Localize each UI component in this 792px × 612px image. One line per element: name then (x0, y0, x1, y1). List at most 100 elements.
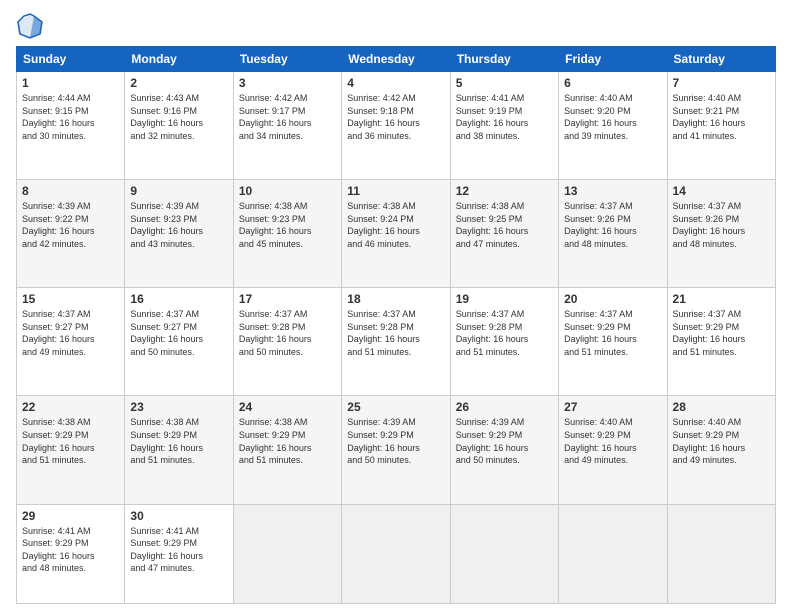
day-number: 3 (239, 76, 336, 90)
day-info: Sunrise: 4:37 AM Sunset: 9:29 PM Dayligh… (564, 308, 661, 358)
day-number: 28 (673, 400, 770, 414)
week-row-4: 22Sunrise: 4:38 AM Sunset: 9:29 PM Dayli… (17, 396, 776, 504)
calendar-cell: 8 Sunrise: 4:39 AM Sunset: 9:22 PM Daylig… (17, 180, 125, 288)
calendar-cell: 11 Sunrise: 4:38 AM Sunset: 9:24 PM Dayli… (342, 180, 450, 288)
calendar-cell: 30 Sunrise: 4:41 AM Sunset: 9:29 PM Dayli… (125, 504, 233, 603)
day-info: Sunrise: 4:43 AM Sunset: 9:16 PM Dayligh… (130, 92, 227, 142)
day-info: Sunrise: 4:41 AM Sunset: 9:29 PM Dayligh… (22, 525, 119, 575)
calendar-cell: 4 Sunrise: 4:42 AM Sunset: 9:18 PM Daylig… (342, 72, 450, 180)
day-header-friday: Friday (559, 47, 667, 72)
day-number: 17 (239, 292, 336, 306)
day-number: 26 (456, 400, 553, 414)
calendar-cell: 18 Sunrise: 4:37 AM Sunset: 9:28 PM Dayli… (342, 288, 450, 396)
day-info: Sunrise: 4:39 AM Sunset: 9:23 PM Dayligh… (130, 200, 227, 250)
day-number: 14 (673, 184, 770, 198)
day-info: Sunrise: 4:37 AM Sunset: 9:28 PM Dayligh… (456, 308, 553, 358)
day-header-monday: Monday (125, 47, 233, 72)
day-info: Sunrise: 4:38 AM Sunset: 9:24 PM Dayligh… (347, 200, 444, 250)
day-info: Sunrise: 4:39 AM Sunset: 9:22 PM Dayligh… (22, 200, 119, 250)
calendar-cell: 14 Sunrise: 4:37 AM Sunset: 9:26 PM Dayli… (667, 180, 775, 288)
logo-icon (16, 12, 44, 40)
day-number: 4 (347, 76, 444, 90)
day-info: Sunrise: 4:37 AM Sunset: 9:27 PM Dayligh… (130, 308, 227, 358)
day-info: Sunrise: 4:44 AM Sunset: 9:15 PM Dayligh… (22, 92, 119, 142)
day-info: Sunrise: 4:40 AM Sunset: 9:29 PM Dayligh… (564, 416, 661, 466)
day-number: 19 (456, 292, 553, 306)
day-number: 10 (239, 184, 336, 198)
calendar-cell: 26 Sunrise: 4:39 AM Sunset: 9:29 PM Dayli… (450, 396, 558, 504)
day-number: 20 (564, 292, 661, 306)
day-info: Sunrise: 4:38 AM Sunset: 9:29 PM Dayligh… (239, 416, 336, 466)
calendar-cell: 17 Sunrise: 4:37 AM Sunset: 9:28 PM Dayli… (233, 288, 341, 396)
day-info: Sunrise: 4:37 AM Sunset: 9:29 PM Dayligh… (673, 308, 770, 358)
logo (16, 12, 48, 40)
day-info: Sunrise: 4:38 AM Sunset: 9:23 PM Dayligh… (239, 200, 336, 250)
calendar-cell (450, 504, 558, 603)
calendar-cell: 23 Sunrise: 4:38 AM Sunset: 9:29 PM Dayli… (125, 396, 233, 504)
page: SundayMondayTuesdayWednesdayThursdayFrid… (0, 0, 792, 612)
calendar-cell: 25 Sunrise: 4:39 AM Sunset: 9:29 PM Dayli… (342, 396, 450, 504)
day-number: 11 (347, 184, 444, 198)
day-number: 18 (347, 292, 444, 306)
calendar-cell (342, 504, 450, 603)
day-info: Sunrise: 4:40 AM Sunset: 9:29 PM Dayligh… (673, 416, 770, 466)
week-row-3: 15 Sunrise: 4:37 AM Sunset: 9:27 PM Dayli… (17, 288, 776, 396)
day-info: Sunrise: 4:37 AM Sunset: 9:28 PM Dayligh… (239, 308, 336, 358)
header (16, 12, 776, 40)
day-number: 24 (239, 400, 336, 414)
week-row-2: 8 Sunrise: 4:39 AM Sunset: 9:22 PM Daylig… (17, 180, 776, 288)
week-row-5: 29 Sunrise: 4:41 AM Sunset: 9:29 PM Dayli… (17, 504, 776, 603)
calendar-cell: 21 Sunrise: 4:37 AM Sunset: 9:29 PM Dayli… (667, 288, 775, 396)
day-number: 8 (22, 184, 119, 198)
day-number: 13 (564, 184, 661, 198)
day-number: 30 (130, 509, 227, 523)
day-info: Sunrise: 4:39 AM Sunset: 9:29 PM Dayligh… (347, 416, 444, 466)
calendar-cell: 6 Sunrise: 4:40 AM Sunset: 9:20 PM Daylig… (559, 72, 667, 180)
day-info: Sunrise: 4:42 AM Sunset: 9:18 PM Dayligh… (347, 92, 444, 142)
calendar-cell (667, 504, 775, 603)
calendar-cell: 1 Sunrise: 4:44 AM Sunset: 9:15 PM Daylig… (17, 72, 125, 180)
calendar-cell: 10 Sunrise: 4:38 AM Sunset: 9:23 PM Dayli… (233, 180, 341, 288)
calendar: SundayMondayTuesdayWednesdayThursdayFrid… (16, 46, 776, 604)
day-info: Sunrise: 4:40 AM Sunset: 9:20 PM Dayligh… (564, 92, 661, 142)
day-number: 23 (130, 400, 227, 414)
day-info: Sunrise: 4:39 AM Sunset: 9:29 PM Dayligh… (456, 416, 553, 466)
day-number: 29 (22, 509, 119, 523)
calendar-cell (559, 504, 667, 603)
day-number: 1 (22, 76, 119, 90)
day-number: 16 (130, 292, 227, 306)
calendar-cell: 5Sunrise: 4:41 AM Sunset: 9:19 PM Daylig… (450, 72, 558, 180)
calendar-cell: 7Sunrise: 4:40 AM Sunset: 9:21 PM Daylig… (667, 72, 775, 180)
calendar-cell: 20 Sunrise: 4:37 AM Sunset: 9:29 PM Dayli… (559, 288, 667, 396)
calendar-cell: 22Sunrise: 4:38 AM Sunset: 9:29 PM Dayli… (17, 396, 125, 504)
day-info: Sunrise: 4:37 AM Sunset: 9:26 PM Dayligh… (673, 200, 770, 250)
calendar-cell (233, 504, 341, 603)
day-info: Sunrise: 4:38 AM Sunset: 9:25 PM Dayligh… (456, 200, 553, 250)
day-info: Sunrise: 4:37 AM Sunset: 9:28 PM Dayligh… (347, 308, 444, 358)
calendar-cell: 12Sunrise: 4:38 AM Sunset: 9:25 PM Dayli… (450, 180, 558, 288)
day-number: 27 (564, 400, 661, 414)
day-number: 6 (564, 76, 661, 90)
calendar-cell: 27 Sunrise: 4:40 AM Sunset: 9:29 PM Dayli… (559, 396, 667, 504)
calendar-cell: 3Sunrise: 4:42 AM Sunset: 9:17 PM Daylig… (233, 72, 341, 180)
calendar-cell: 15 Sunrise: 4:37 AM Sunset: 9:27 PM Dayli… (17, 288, 125, 396)
week-row-1: 1 Sunrise: 4:44 AM Sunset: 9:15 PM Daylig… (17, 72, 776, 180)
day-header-sunday: Sunday (17, 47, 125, 72)
day-number: 9 (130, 184, 227, 198)
day-number: 15 (22, 292, 119, 306)
day-number: 25 (347, 400, 444, 414)
calendar-cell: 29 Sunrise: 4:41 AM Sunset: 9:29 PM Dayli… (17, 504, 125, 603)
day-info: Sunrise: 4:37 AM Sunset: 9:27 PM Dayligh… (22, 308, 119, 358)
day-info: Sunrise: 4:41 AM Sunset: 9:29 PM Dayligh… (130, 525, 227, 575)
calendar-cell: 28 Sunrise: 4:40 AM Sunset: 9:29 PM Dayli… (667, 396, 775, 504)
day-number: 21 (673, 292, 770, 306)
calendar-cell: 9 Sunrise: 4:39 AM Sunset: 9:23 PM Daylig… (125, 180, 233, 288)
calendar-cell: 19 Sunrise: 4:37 AM Sunset: 9:28 PM Dayli… (450, 288, 558, 396)
day-number: 5 (456, 76, 553, 90)
calendar-cell: 24 Sunrise: 4:38 AM Sunset: 9:29 PM Dayli… (233, 396, 341, 504)
day-info: Sunrise: 4:38 AM Sunset: 9:29 PM Dayligh… (130, 416, 227, 466)
day-info: Sunrise: 4:37 AM Sunset: 9:26 PM Dayligh… (564, 200, 661, 250)
day-info: Sunrise: 4:40 AM Sunset: 9:21 PM Dayligh… (673, 92, 770, 142)
day-header-tuesday: Tuesday (233, 47, 341, 72)
calendar-cell: 16 Sunrise: 4:37 AM Sunset: 9:27 PM Dayli… (125, 288, 233, 396)
